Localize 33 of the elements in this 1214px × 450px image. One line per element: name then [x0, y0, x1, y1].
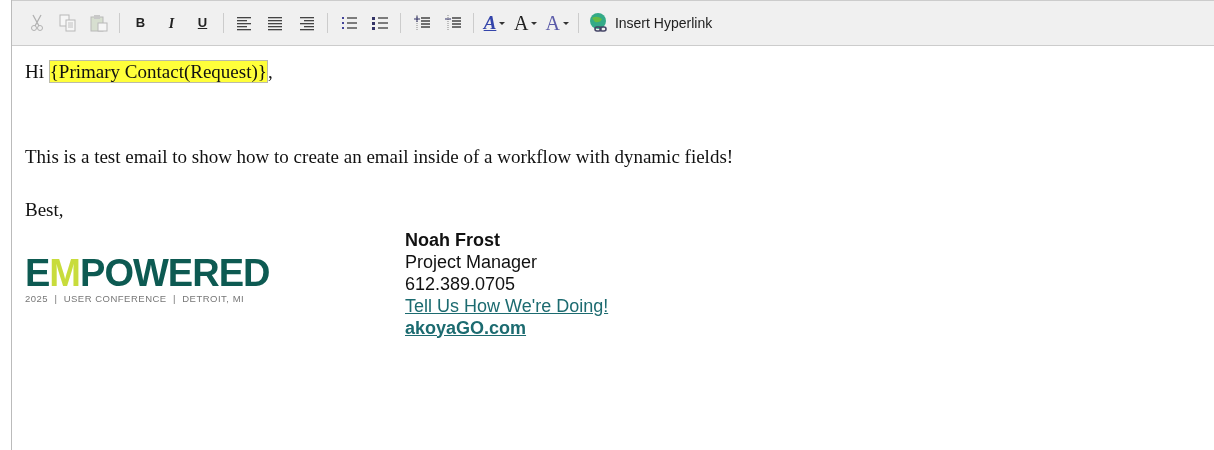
- logo-wordmark: EMPOWERED: [25, 253, 271, 292]
- signature-name: Noah Frost: [405, 228, 501, 251]
- align-right-icon: [298, 15, 315, 31]
- align-center-icon: [267, 15, 284, 31]
- underline-button[interactable]: U: [188, 9, 217, 37]
- dynamic-field-token: {Primary Contact(Request)}: [48, 60, 268, 83]
- website-link[interactable]: akoyaGO.com: [405, 317, 527, 338]
- feedback-link[interactable]: Tell Us How We're Doing!: [405, 295, 609, 316]
- indent-icon: [412, 14, 431, 32]
- logo-tagline: 2025 | USER CONFERENCE | DETROIT, MI: [25, 291, 246, 306]
- clipboard-icon: [89, 14, 108, 32]
- font-color-button[interactable]: A: [480, 9, 509, 37]
- align-left-icon: [236, 15, 253, 31]
- bold-button[interactable]: B: [126, 9, 155, 37]
- closing-text: Best,: [25, 198, 65, 222]
- italic-button[interactable]: I: [157, 9, 186, 37]
- comma-text: ,: [267, 61, 273, 82]
- body-text: This is a test email to show how to create an email inside of a workflow with dynamic fields!: [25, 144, 735, 169]
- signature-title: Project Manager: [405, 250, 539, 273]
- bullet-list-icon: [370, 15, 389, 31]
- numbered-list-icon: [339, 15, 358, 31]
- scissors-icon: [28, 14, 45, 32]
- caret-icon: [531, 21, 538, 25]
- font-name-button[interactable]: A: [542, 9, 572, 37]
- signature-phone: 612.389.0705: [405, 272, 517, 295]
- greeting-text: Hi: [25, 61, 44, 82]
- globe-link-icon: [587, 12, 610, 34]
- copy-icon: [58, 14, 77, 32]
- caret-icon: [499, 21, 506, 25]
- insert-hyperlink-button[interactable]: Insert Hyperlink: [584, 9, 716, 37]
- outdent-icon: [443, 14, 462, 32]
- caret-icon: [562, 21, 569, 25]
- font-size-button[interactable]: A: [511, 9, 541, 37]
